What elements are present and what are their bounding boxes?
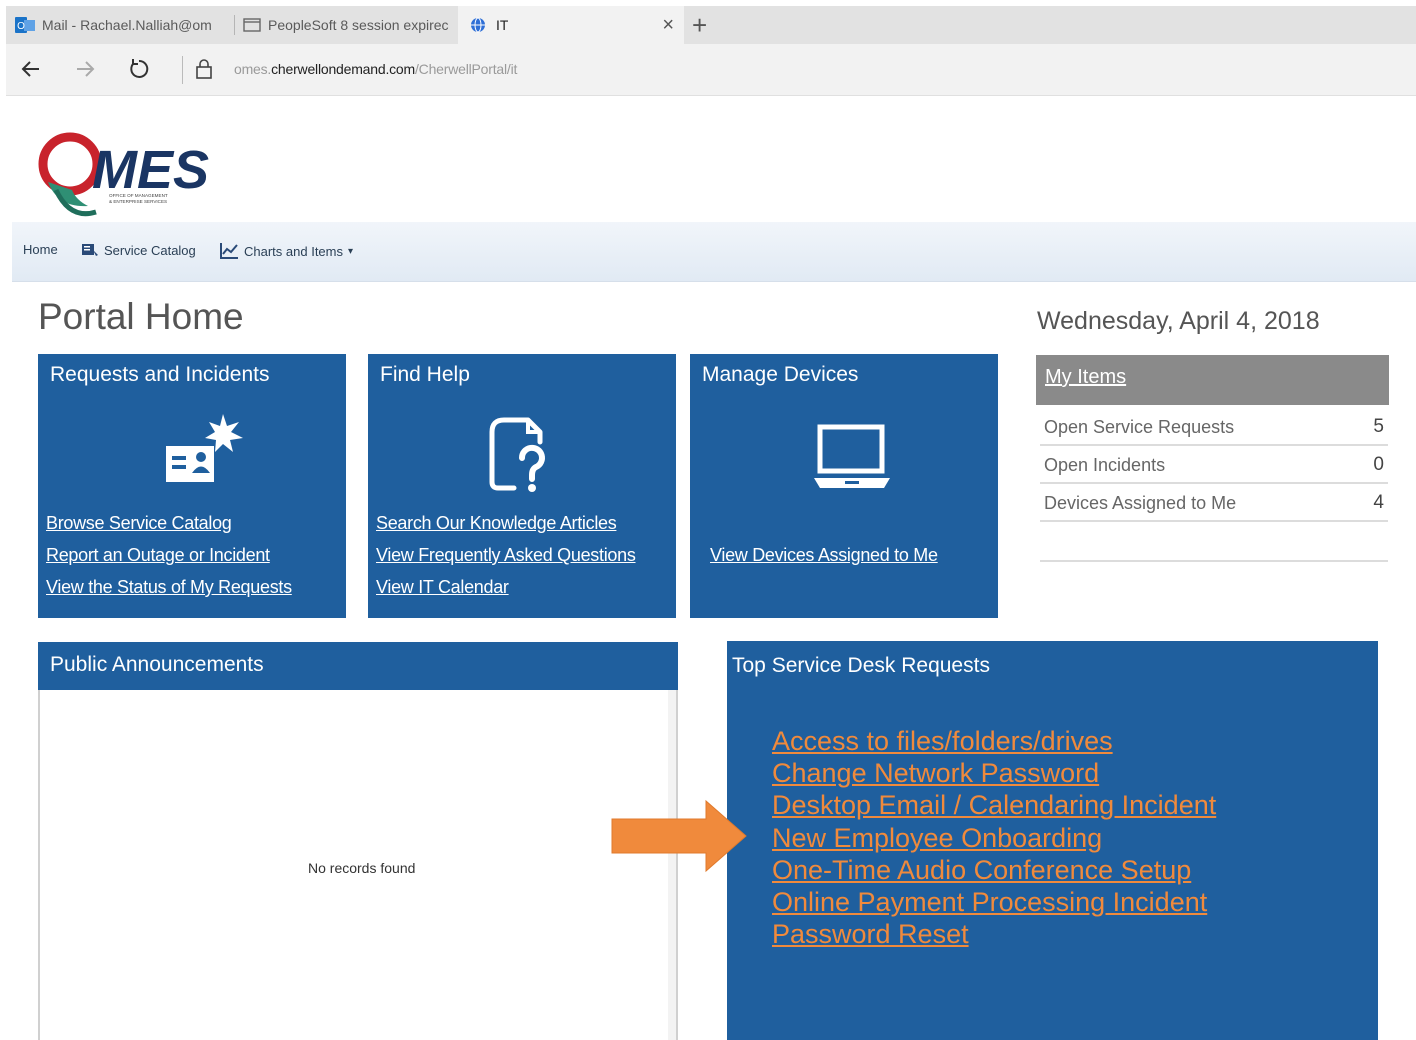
link-search-knowledge-articles[interactable]: Search Our Knowledge Articles (376, 513, 617, 534)
url-field[interactable]: omes.cherwellondemand.com/CherwellPortal… (234, 61, 517, 77)
chevron-down-icon: ▾ (348, 245, 354, 257)
link-view-devices-assigned[interactable]: View Devices Assigned to Me (710, 545, 938, 566)
url-prefix: omes. (234, 61, 272, 77)
page-title: Portal Home (38, 296, 244, 337)
back-button[interactable] (16, 54, 46, 84)
my-items-title-link[interactable]: My Items (1045, 366, 1126, 389)
announcements-panel: No records found (38, 690, 678, 1040)
svg-text:O: O (17, 21, 25, 32)
my-items-row[interactable]: Devices Assigned to Me 4 (1040, 486, 1388, 522)
close-tab-icon[interactable]: × (662, 14, 674, 37)
my-items-row-label: Open Service Requests (1044, 417, 1235, 437)
tile-find-help: Find Help Search Our Knowledge Articles … (368, 354, 676, 618)
my-items-row-count: 4 (1373, 492, 1384, 513)
tab-mail[interactable]: O Mail - Rachael.Nalliah@om (10, 6, 232, 44)
link-browse-service-catalog[interactable]: Browse Service Catalog (46, 513, 232, 534)
logo-text: MES (92, 140, 209, 200)
tab-it[interactable]: IT × (458, 6, 684, 44)
my-items-divider (1040, 560, 1388, 562)
link-view-faq[interactable]: View Frequently Asked Questions (376, 545, 636, 566)
url-path: /CherwellPortal/it (414, 61, 518, 77)
top-requests-list: Access to files/folders/drives Change Ne… (772, 725, 1216, 950)
chart-icon (220, 243, 238, 259)
address-bar: omes.cherwellondemand.com/CherwellPortal… (6, 44, 1416, 96)
service-request-icon (166, 414, 243, 482)
orange-arrow-icon (611, 799, 747, 873)
tile-requests-incidents: Requests and Incidents Browse Service Ca… (38, 354, 346, 618)
my-items-row-count: 0 (1373, 454, 1384, 475)
omes-logo-graphic: MES OFFICE OF MANAGEMENT & ENTERPRISE SE… (38, 132, 209, 217)
url-domain: cherwellondemand.com (271, 61, 415, 77)
nav-charts-label: Charts and Items (244, 243, 343, 259)
omes-logo[interactable]: MES OFFICE OF MANAGEMENT & ENTERPRISE SE… (36, 130, 226, 222)
my-items-row-count: 5 (1373, 416, 1384, 437)
logo-subtext-1: OFFICE OF MANAGEMENT (109, 193, 168, 198)
tab-it-label: IT (496, 17, 509, 33)
request-link-access-files[interactable]: Access to files/folders/drives (772, 725, 1216, 757)
tab-mail-label: Mail - Rachael.Nalliah@om (42, 17, 212, 33)
request-link-change-password[interactable]: Change Network Password (772, 757, 1216, 789)
request-link-new-employee[interactable]: New Employee Onboarding (772, 822, 1216, 854)
laptop-icon (814, 424, 890, 488)
tab-peoplesoft[interactable]: PeopleSoft 8 session expirec (238, 6, 456, 44)
help-document-icon (489, 417, 545, 492)
refresh-icon (130, 59, 149, 78)
my-items-header: My Items (1036, 355, 1389, 405)
request-link-online-payment[interactable]: Online Payment Processing Incident (772, 886, 1216, 918)
request-link-password-reset[interactable]: Password Reset (772, 918, 1216, 950)
lock-icon (196, 59, 212, 79)
page-icon (243, 18, 261, 32)
back-arrow-icon (21, 61, 39, 77)
announcements-title: Public Announcements (50, 653, 264, 676)
announcements-empty-message: No records found (308, 860, 416, 876)
current-date: Wednesday, April 4, 2018 (1037, 307, 1320, 335)
tile-devices-title: Manage Devices (702, 363, 859, 386)
refresh-button[interactable] (124, 54, 154, 84)
nav-service-catalog-label: Service Catalog (104, 242, 196, 258)
tile-manage-devices: Manage Devices View Devices Assigned to … (690, 354, 998, 618)
forward-button[interactable] (70, 54, 100, 84)
nav-charts-and-items[interactable]: Charts and Items ▾ (219, 242, 353, 260)
request-link-audio-conference[interactable]: One-Time Audio Conference Setup (772, 854, 1216, 886)
nav-home[interactable]: Home (23, 242, 58, 257)
link-report-outage-incident[interactable]: Report an Outage or Incident (46, 545, 270, 566)
nav-service-catalog[interactable]: Service Catalog (81, 242, 196, 258)
top-requests-title: Top Service Desk Requests (732, 654, 990, 677)
new-tab-icon[interactable]: + (692, 10, 707, 41)
announcements-header: Public Announcements (38, 642, 678, 690)
forward-arrow-icon (77, 61, 95, 77)
my-items-row[interactable]: Open Service Requests 5 (1040, 410, 1388, 446)
my-items-row-label: Devices Assigned to Me (1044, 493, 1237, 513)
request-link-desktop-email[interactable]: Desktop Email / Calendaring Incident (772, 789, 1216, 821)
top-requests-panel: Top Service Desk Requests Access to file… (727, 641, 1378, 1040)
catalog-icon (82, 244, 98, 256)
my-items-row-label: Open Incidents (1044, 455, 1166, 475)
tile-help-title: Find Help (380, 363, 470, 386)
link-view-status-requests[interactable]: View the Status of My Requests (46, 577, 292, 598)
link-view-it-calendar[interactable]: View IT Calendar (376, 577, 509, 598)
my-items-row[interactable]: Open Incidents 0 (1040, 448, 1388, 484)
toolbar-divider (182, 56, 183, 84)
portal-navbar: Home Service Catalog Charts and Items ▾ (12, 222, 1416, 282)
logo-subtext-2: & ENTERPRISE SERVICES (109, 199, 167, 204)
tab-divider (234, 15, 235, 35)
tab-peoplesoft-label: PeopleSoft 8 session expirec (268, 17, 449, 33)
outlook-icon: O (15, 17, 35, 33)
nav-home-label: Home (23, 242, 58, 257)
browser-tab-strip: O Mail - Rachael.Nalliah@om PeopleSoft 8… (6, 6, 1416, 44)
globe-icon (471, 17, 485, 33)
tile-requests-title: Requests and Incidents (50, 363, 270, 386)
